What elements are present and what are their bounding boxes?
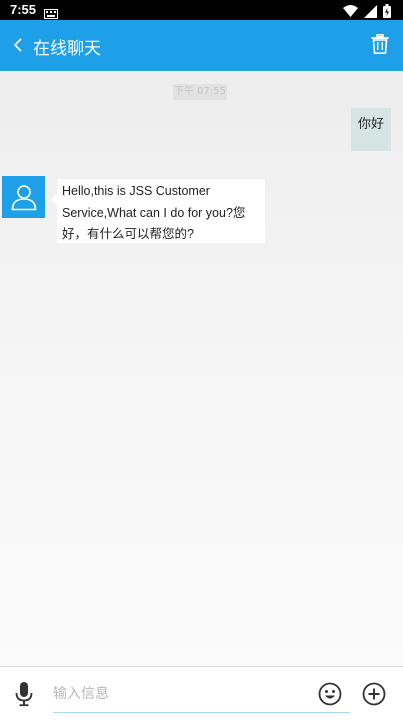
status-time: 7:55 (10, 2, 37, 17)
add-button[interactable] (362, 682, 386, 706)
sent-message-bubble[interactable]: 你好 (351, 108, 391, 151)
message-input[interactable] (53, 675, 350, 713)
chevron-left-icon (13, 38, 22, 52)
page-title: 在线聊天 (33, 39, 101, 59)
input-bar (0, 666, 403, 720)
status-bar: 7:55 (0, 0, 403, 20)
received-message-bubble[interactable]: Hello,this is JSS Customer Service,What … (51, 179, 265, 243)
back-button[interactable] (6, 32, 30, 58)
user-icon (11, 185, 36, 211)
emoji-icon (318, 682, 342, 706)
microphone-icon (15, 682, 33, 707)
delete-button[interactable] (371, 34, 391, 56)
plus-circle-icon (362, 682, 386, 706)
message-timestamp: 下午 07:55 (173, 84, 227, 100)
trash-icon (371, 34, 389, 54)
agent-avatar[interactable] (2, 176, 45, 218)
voice-button[interactable] (13, 681, 35, 707)
chat-area[interactable] (0, 71, 403, 666)
emoji-button[interactable] (318, 682, 342, 706)
app-bar: 在线聊天 (0, 20, 403, 71)
